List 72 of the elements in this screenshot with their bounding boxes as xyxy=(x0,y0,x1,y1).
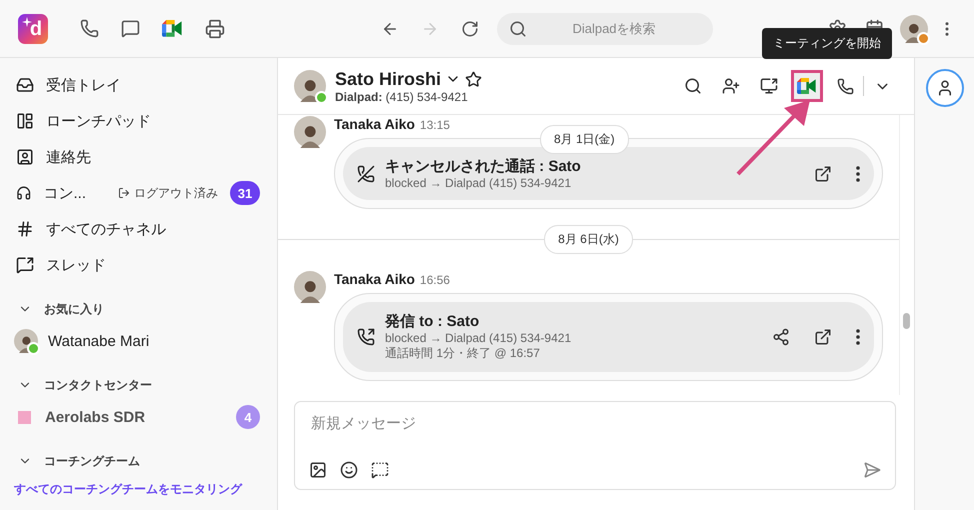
message-time: 13:15 xyxy=(420,118,450,132)
phone-icon[interactable] xyxy=(80,19,99,38)
message-time: 16:56 xyxy=(420,273,450,287)
headphones-icon xyxy=(16,184,32,202)
author-name: Tanaka Aiko xyxy=(334,271,415,287)
logo-letter: d xyxy=(30,18,42,41)
section-title[interactable]: コーチングチーム xyxy=(44,452,140,470)
call-title: 発信 to : Sato xyxy=(385,312,480,331)
external-link-icon xyxy=(814,328,832,346)
nav-item[interactable]: 連絡先 xyxy=(0,139,277,175)
status-label: ログアウト済み xyxy=(118,184,218,202)
contact-name: Sato Hiroshi xyxy=(335,68,442,90)
search-icon xyxy=(684,77,702,95)
phone-icon xyxy=(836,78,854,94)
nav-item[interactable]: スレッド xyxy=(0,247,277,283)
more-icon xyxy=(856,166,860,182)
message-composer[interactable]: 新規メッセージ xyxy=(294,401,896,490)
open-external-button[interactable] xyxy=(814,164,832,182)
scrollbar-thumb[interactable] xyxy=(903,313,910,329)
search-input[interactable]: Dialpadを検索 xyxy=(537,20,691,37)
logout-icon xyxy=(118,187,130,199)
call-detail: 通話時間 1分・終了 @ 16:57 xyxy=(385,345,541,362)
video-camera-icon xyxy=(797,78,817,94)
call-detail: blocked → Dialpad (415) 534-9421 xyxy=(385,176,572,190)
emoji-icon[interactable] xyxy=(340,461,358,479)
print-icon[interactable] xyxy=(205,18,225,38)
image-icon[interactable] xyxy=(309,461,327,479)
nav-item[interactable]: ローンチパッド xyxy=(0,103,277,139)
monitor-link[interactable]: すべてのコーチングチームをモニタリング xyxy=(0,481,277,498)
meeting-button[interactable] xyxy=(791,70,823,102)
open-external-button[interactable] xyxy=(814,328,832,346)
call-detail: blocked → Dialpad (415) 534-9421 xyxy=(385,331,572,345)
person-silhouette-icon xyxy=(298,279,322,303)
screen-share-icon xyxy=(760,77,778,95)
author-name: Tanaka Aiko xyxy=(334,116,415,132)
count-badge: 31 xyxy=(230,181,260,205)
center-item[interactable]: Aerolabs SDR 4 xyxy=(0,399,277,435)
tooltip: ミーティングを開始 xyxy=(762,28,892,59)
send-icon[interactable] xyxy=(863,461,881,479)
contact-card-icon xyxy=(16,148,34,166)
date-separator: 8月 1日(金) xyxy=(540,125,629,154)
layout-icon xyxy=(16,112,34,130)
section-title[interactable]: コンタクトセンター xyxy=(44,376,152,394)
add-person-icon xyxy=(722,77,740,95)
more-button[interactable] xyxy=(856,166,860,182)
section-title[interactable]: お気に入り xyxy=(44,300,104,318)
chat-bubble-icon[interactable] xyxy=(371,461,389,479)
nav-item[interactable]: すべてのチャネル xyxy=(0,211,277,247)
nav-item[interactable]: 受信トレイ xyxy=(0,67,277,103)
count-badge: 4 xyxy=(236,405,260,429)
person-silhouette-icon xyxy=(298,124,322,148)
hash-icon xyxy=(16,220,34,238)
chat-icon[interactable] xyxy=(121,19,140,38)
star-icon xyxy=(465,70,482,88)
sparkle-icon xyxy=(22,16,32,26)
more-button[interactable] xyxy=(856,329,860,345)
search-field[interactable]: Dialpadを検索 xyxy=(497,12,713,44)
search-icon xyxy=(509,20,527,38)
date-separator: 8月 6日(水) xyxy=(544,224,633,254)
contact-item[interactable]: Watanabe Mari xyxy=(0,323,277,359)
call-title: キャンセルされた通話 : Sato xyxy=(385,157,582,176)
external-link-icon xyxy=(814,164,832,182)
share-button[interactable] xyxy=(772,328,790,346)
contact-number: Dialpad: (415) 534-9421 xyxy=(335,90,469,104)
more-icon xyxy=(856,329,860,345)
inbox-icon xyxy=(16,76,34,94)
share-icon xyxy=(772,328,790,346)
nav-item[interactable]: コン... ログアウト済み 31 xyxy=(0,175,277,211)
thread-icon xyxy=(16,256,34,274)
app-logo[interactable]: d xyxy=(18,14,48,44)
reload-icon[interactable] xyxy=(461,20,479,38)
profile-button[interactable] xyxy=(926,69,964,107)
